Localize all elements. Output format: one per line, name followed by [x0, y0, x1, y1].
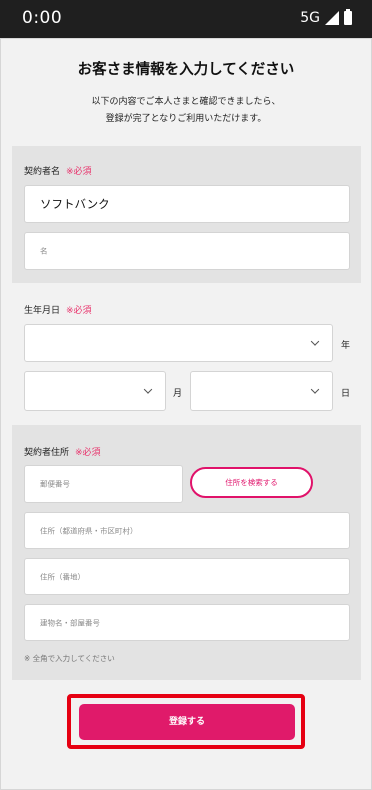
register-button[interactable]: 登録する	[79, 704, 295, 740]
required-mark: ※必須	[66, 306, 92, 316]
prefecture-city-placeholder: 住所（都道府県・市区町村）	[40, 526, 138, 535]
postal-code-placeholder: 郵便番号	[40, 479, 70, 489]
network-type: 5G	[300, 10, 320, 26]
postal-code-input[interactable]: 郵便番号	[24, 465, 183, 503]
given-name-placeholder: 名	[40, 246, 48, 256]
signal-icon	[325, 11, 339, 25]
intro-line-1: 以下の内容でご本人さまと確認できましたら、	[91, 97, 281, 107]
status-time: 0:00	[22, 8, 63, 28]
full-width-note: ※ 全角で入力してください	[24, 654, 115, 663]
building-room-placeholder: 建物名・部屋番号	[40, 618, 100, 627]
status-indicators: 5G	[300, 9, 352, 26]
required-mark: ※必須	[75, 448, 101, 458]
page-title: お客さま情報を入力してください	[77, 62, 295, 78]
contract-name-label: 契約者名 ※必須	[24, 164, 92, 177]
chevron-down-icon	[310, 337, 320, 346]
street-number-placeholder: 住所（番地）	[40, 572, 85, 581]
month-unit-label: 月	[173, 389, 183, 399]
chevron-down-icon	[310, 385, 320, 394]
birth-date-label: 生年月日 ※必須	[24, 303, 92, 316]
address-label: 契約者住所 ※必須	[24, 445, 101, 458]
chevron-down-icon	[143, 385, 153, 394]
street-number-input[interactable]: 住所（番地）	[24, 558, 350, 595]
address-section	[12, 425, 361, 680]
building-room-input[interactable]: 建物名・部屋番号	[24, 604, 350, 641]
address-label-text: 契約者住所	[24, 448, 70, 458]
contract-name-label-text: 契約者名	[24, 167, 61, 177]
prefecture-city-input[interactable]: 住所（都道府県・市区町村）	[24, 512, 350, 549]
birth-date-label-text: 生年月日	[24, 306, 61, 316]
intro-line-2: 登録が完了となりご利用いただけます。	[105, 114, 267, 124]
given-name-input[interactable]: 名	[24, 232, 350, 270]
search-address-button[interactable]: 住所を検索する	[190, 467, 313, 498]
day-unit-label: 日	[341, 389, 351, 399]
battery-icon	[344, 9, 352, 25]
birth-year-select[interactable]	[24, 324, 333, 362]
intro-text: 以下の内容でご本人さまと確認できましたら、 登録が完了となりご利用いただけます。	[0, 94, 372, 128]
family-name-input[interactable]: ソフトバンク	[24, 185, 350, 223]
birth-month-select[interactable]	[24, 371, 166, 411]
status-bar: 0:00 5G	[0, 0, 372, 38]
birth-day-select[interactable]	[190, 371, 333, 411]
family-name-value: ソフトバンク	[40, 197, 110, 211]
year-unit-label: 年	[341, 341, 351, 351]
required-mark: ※必須	[66, 167, 92, 177]
